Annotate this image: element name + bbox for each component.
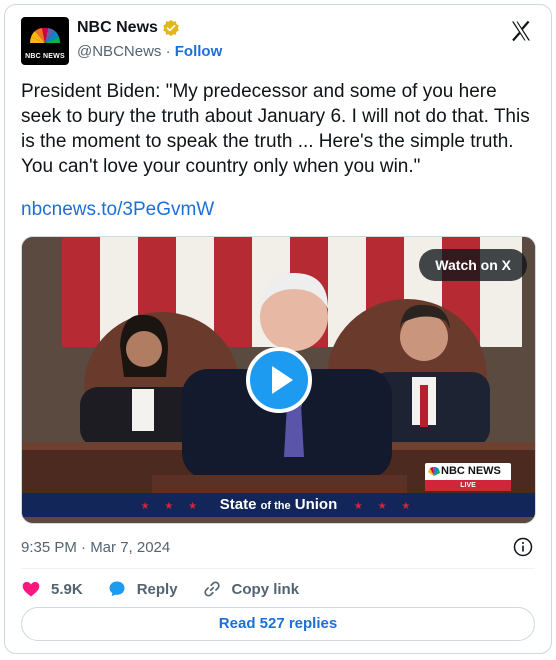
video-media[interactable]: Watch on X NBC NEWS LIVE ★ ★ ★ State of …: [21, 236, 536, 524]
avatar-text: NBC NEWS: [25, 53, 65, 60]
verified-badge-icon: [163, 19, 179, 37]
copy-link-label: Copy link: [231, 580, 300, 598]
link-icon: [203, 581, 220, 597]
like-button[interactable]: 5.9K: [21, 579, 83, 599]
chyron-small: of the: [260, 500, 291, 512]
peacock-mini-icon: [428, 467, 440, 476]
chyron-stars-left: ★ ★ ★: [140, 501, 204, 512]
speech-bubble-icon: [109, 581, 125, 597]
copy-link-button[interactable]: Copy link: [202, 579, 300, 599]
bug-live: LIVE: [425, 480, 511, 491]
chyron-stars-right: ★ ★ ★: [353, 501, 417, 512]
heart-icon: [22, 581, 40, 597]
action-bar: 5.9K Reply Copy link: [21, 577, 323, 601]
tweet-text: President Biden: "My predecessor and som…: [21, 81, 530, 177]
like-count: 5.9K: [51, 580, 83, 598]
reply-button[interactable]: Reply: [107, 579, 178, 599]
avatar[interactable]: NBC NEWS: [21, 17, 69, 65]
bug-brand: NBC NEWS: [441, 465, 501, 477]
display-name[interactable]: NBC News: [77, 19, 158, 37]
watch-on-x-button[interactable]: Watch on X: [419, 249, 527, 281]
separator: ·: [161, 43, 175, 60]
reply-label: Reply: [136, 580, 178, 598]
x-logo-icon[interactable]: [509, 19, 533, 43]
read-replies-button[interactable]: Read 527 replies: [21, 607, 535, 641]
tweet-card: NBC NEWS NBC News @NBCNews · Follow Pres…: [4, 4, 552, 654]
chyron-pre: State: [219, 496, 261, 513]
chyron-post: Union: [290, 496, 338, 513]
name-row: NBC News: [77, 19, 180, 37]
timestamp[interactable]: 9:35 PM · Mar 7, 2024: [21, 539, 170, 556]
info-icon[interactable]: [513, 537, 533, 557]
handle-row: @NBCNews · Follow: [77, 43, 222, 60]
divider: [21, 568, 535, 569]
play-button[interactable]: [246, 347, 312, 413]
play-icon: [272, 366, 293, 394]
handle[interactable]: @NBCNews: [77, 43, 161, 60]
chyron-banner: ★ ★ ★ State of the Union ★ ★ ★: [22, 493, 535, 517]
tweet-link[interactable]: nbcnews.to/3PeGvmW: [21, 199, 214, 221]
nbc-news-live-bug: NBC NEWS LIVE: [425, 463, 511, 491]
follow-button[interactable]: Follow: [175, 43, 223, 60]
